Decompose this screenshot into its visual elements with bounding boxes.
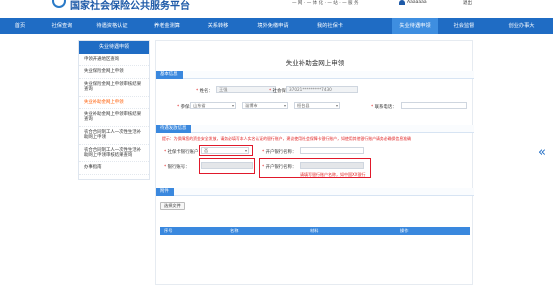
basic-info-tag: 基本信息 bbox=[156, 71, 183, 79]
main-panel: 失业补助金网上申领 基本信息 * 姓名： 王强 * 社会保障号： 37021**… bbox=[155, 40, 474, 285]
card-account-highlight bbox=[199, 145, 253, 156]
notice-text: 提示：为保障您的资金安全发放，请务必填写本人实名认证的银行账户，建议使用社会保障… bbox=[162, 136, 411, 141]
attachment-tag: 附件 bbox=[156, 188, 174, 196]
sidebar-header: 失业待遇申领 bbox=[79, 41, 149, 54]
table-header-name: 名称 bbox=[230, 228, 239, 233]
nav-item-unemployment[interactable]: 失业待遇申领 bbox=[392, 18, 438, 34]
id-field: 37021*********7430 bbox=[286, 86, 358, 93]
sidebar-item-contract-result[interactable]: 农合合同制工人一次性生活补助网上申领审核结果查询 bbox=[79, 145, 149, 163]
nav-item-transfer[interactable]: 关系转移 bbox=[194, 18, 242, 34]
card-account-label: * 社保卡银行账户： bbox=[164, 150, 203, 155]
bank-name-label: * 开户银行名称： bbox=[262, 150, 297, 155]
page-header: 国家社会保险公共服务平台 一 网 · 一 体 化 · 一 站 · 一 服 务 A… bbox=[0, 0, 553, 12]
payment-info-tag: 待遇发放信息 bbox=[156, 125, 192, 133]
page-title: 失业补助金网上申领 bbox=[285, 59, 345, 67]
name-label: * 姓名： bbox=[196, 89, 213, 94]
slogan: 一 网 · 一 体 化 · 一 站 · 一 服 务 bbox=[292, 1, 359, 6]
logout-link[interactable]: 退出 bbox=[463, 0, 472, 6]
name-field: 王强 bbox=[216, 86, 276, 93]
user-icon bbox=[399, 0, 405, 5]
attachment-table-header: 序号 名称 材料 操作 bbox=[160, 227, 470, 235]
sidebar-item-insurance-result[interactable]: 失业保险金网上申领审核结果查询 bbox=[79, 79, 149, 97]
sidebar-item-insurance-apply[interactable]: 失业保险金网上申领 bbox=[79, 66, 149, 79]
account-label: * 银行账号： bbox=[164, 165, 190, 170]
double-chevron-left-icon[interactable]: « bbox=[538, 146, 546, 159]
sidebar-item-open-regions[interactable]: 申领开通地区查询 bbox=[79, 54, 149, 67]
nav-item-pension-calc[interactable]: 养老金测算 bbox=[140, 18, 194, 34]
user-name[interactable]: Aaaaaaa bbox=[407, 0, 427, 5]
account-highlight bbox=[199, 158, 255, 174]
bank-name-input[interactable] bbox=[300, 147, 364, 154]
site-title: 国家社会保险公共服务平台 bbox=[70, 1, 190, 12]
select-file-button[interactable]: 选择文件 bbox=[160, 202, 185, 210]
phone-label: * 联系电话： bbox=[371, 105, 397, 110]
basic-info-section: 基本信息 bbox=[156, 71, 474, 79]
nav-item-qualification[interactable]: 待遇资格认证 bbox=[84, 18, 140, 34]
province-select[interactable]: 山东省 ▾ bbox=[190, 102, 236, 109]
nav-item-home[interactable]: 首页 bbox=[0, 18, 40, 34]
nav-item-social-card[interactable]: 我的社保卡 bbox=[304, 18, 356, 34]
table-header-action: 操作 bbox=[400, 228, 409, 233]
sidebar-item-subsidy-apply[interactable]: 失业补助金网上申领 bbox=[79, 97, 149, 110]
phone-input[interactable] bbox=[401, 102, 467, 109]
sidebar-item-subsidy-result[interactable]: 失业补助金网上申领审核结果查询 bbox=[79, 109, 149, 127]
sidebar-item-contract-apply[interactable]: 农合合同制工人一次性生活补助网上申领 bbox=[79, 127, 149, 145]
main-nav: 首页 社保查询 待遇资格认证 养老金测算 关系转移 境外免缴申请 我的社保卡 失… bbox=[0, 18, 553, 34]
payment-info-section: 待遇发放信息 bbox=[156, 125, 474, 133]
nav-item-overseas[interactable]: 境外免缴申请 bbox=[242, 18, 304, 34]
sidebar-item-guide[interactable]: 办事指南 bbox=[79, 162, 149, 175]
nav-item-supervision[interactable]: 社会监督 bbox=[438, 18, 490, 34]
sidebar: 失业待遇申领 申领开通地区查询 失业保险金网上申领 失业保险金网上申领审核结果查… bbox=[78, 40, 150, 180]
district-select[interactable]: 桓台县 ▾ bbox=[294, 102, 340, 109]
nav-item-startup[interactable]: 创业办事大 bbox=[490, 18, 553, 34]
nav-item-social-query[interactable]: 社保查询 bbox=[40, 18, 84, 34]
attachment-section: 附件 bbox=[156, 188, 474, 196]
logo-icon bbox=[52, 0, 66, 8]
table-header-material: 材料 bbox=[310, 228, 319, 233]
city-select[interactable]: 淄博市 ▾ bbox=[242, 102, 288, 109]
account-bank-hint: 请填写银行账户名称，如中国XX银行 bbox=[300, 172, 366, 177]
table-header-index: 序号 bbox=[164, 228, 173, 233]
